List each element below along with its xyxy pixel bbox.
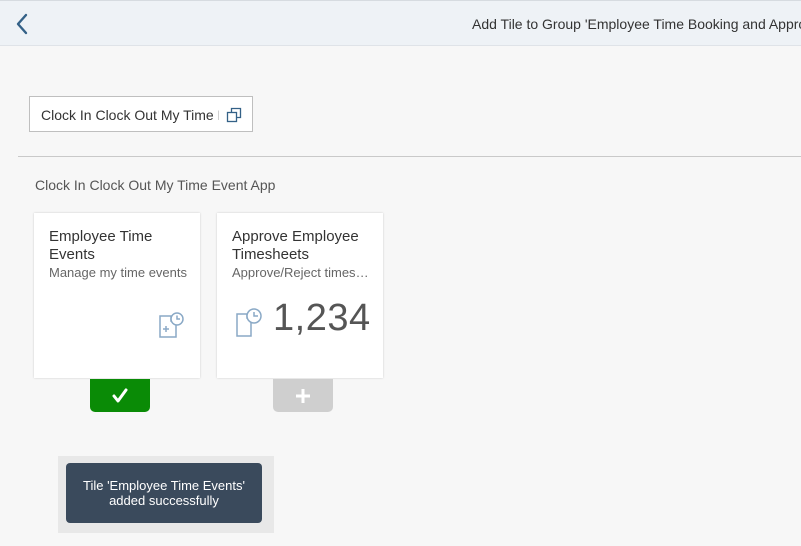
catalog-section-title: Clock In Clock Out My Time Event App [35,177,276,193]
tile-employee-time-events[interactable]: Employee Time Events Manage my time even… [34,213,200,378]
back-button[interactable] [8,9,36,39]
pending-time-document-icon [236,308,262,337]
shell-header: Add Tile to Group 'Employee Time Booking… [0,0,801,46]
tile-subtitle: Approve/Reject timesheets [232,265,371,280]
time-entry-request-icon [159,312,184,338]
page-title: Add Tile to Group 'Employee Time Booking… [472,16,801,32]
catalog-selector-value: Clock In Clock Out My Time Event App [41,107,219,123]
add-icon [296,388,310,403]
tile-added-indicator[interactable] [90,379,150,412]
catalog-popup-icon [226,107,242,123]
divider [18,156,801,157]
add-tile-button[interactable] [273,379,333,412]
chevron-left-icon [16,13,28,35]
toast-message: Tile 'Employee Time Events' added succes… [66,463,262,523]
tile-subtitle: Manage my time events [49,265,188,280]
tile-kpi-number: 1,234 [273,297,371,339]
tile-approve-employee-timesheets[interactable]: Approve Employee Timesheets Approve/Reje… [217,213,383,378]
tile-title: Employee Time Events [49,228,153,263]
tile-title: Approve Employee Timesheets [232,228,359,263]
checkmark-icon [112,388,128,402]
catalog-selector[interactable]: Clock In Clock Out My Time Event App [29,96,253,132]
